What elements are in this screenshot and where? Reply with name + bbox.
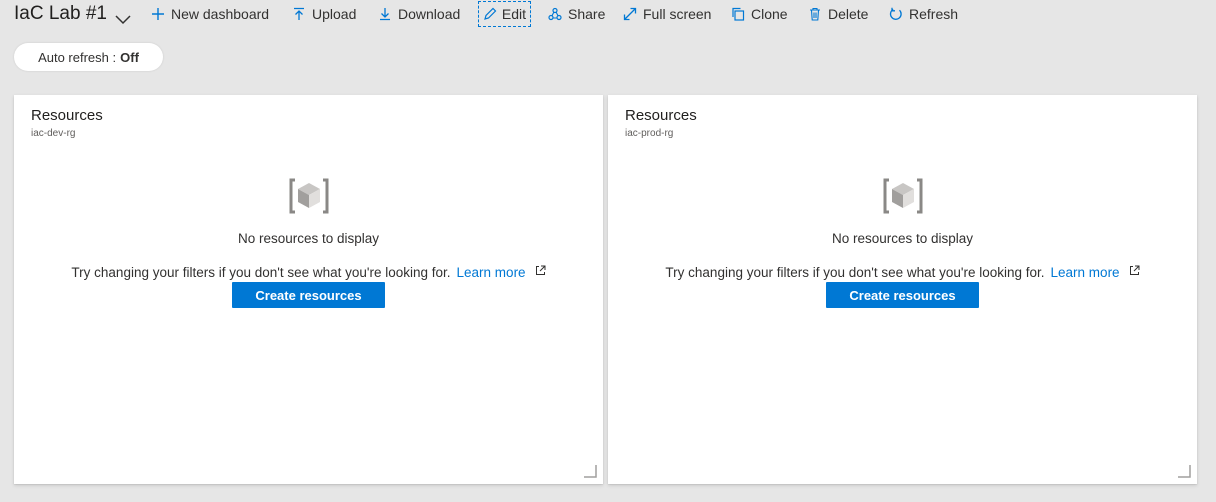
external-link-icon[interactable] xyxy=(1129,264,1140,279)
edit-label: Edit xyxy=(501,6,526,22)
tile-subtitle: iac-dev-rg xyxy=(31,128,76,139)
resource-cube-icon xyxy=(883,177,923,215)
upload-label: Upload xyxy=(312,6,357,22)
dashboard-title-dropdown[interactable]: IaC Lab #1 xyxy=(14,2,131,26)
clone-button[interactable]: Clone xyxy=(730,1,788,27)
tile-title: Resources xyxy=(31,107,103,124)
download-icon xyxy=(377,6,393,22)
share-label: Share xyxy=(568,6,606,22)
edit-icon xyxy=(483,6,498,22)
upload-icon xyxy=(291,6,307,22)
clone-label: Clone xyxy=(751,6,788,22)
create-resources-button[interactable]: Create resources xyxy=(232,282,385,308)
auto-refresh-toggle[interactable]: Auto refresh : Off xyxy=(14,43,163,71)
upload-button[interactable]: Upload xyxy=(291,1,356,27)
filter-hint-text: Try changing your filters if you don't s… xyxy=(665,265,1045,280)
empty-message: No resources to display xyxy=(237,231,380,246)
share-icon xyxy=(547,6,563,22)
chevron-down-icon xyxy=(115,9,131,25)
dashboard-title: IaC Lab #1 xyxy=(14,3,107,24)
dashboard-toolbar: IaC Lab #1 New dashboard Upload Download… xyxy=(0,0,1216,28)
delete-label: Delete xyxy=(828,6,869,22)
refresh-label: Refresh xyxy=(909,6,959,22)
tile-title: Resources xyxy=(625,107,697,124)
auto-refresh-label: Auto refresh : xyxy=(38,49,117,65)
new-dashboard-button[interactable]: New dashboard xyxy=(150,1,269,27)
tile-subtitle: iac-prod-rg xyxy=(625,128,674,139)
resize-handle-icon[interactable] xyxy=(1177,464,1191,478)
edit-button[interactable]: Edit xyxy=(478,1,531,27)
share-button[interactable]: Share xyxy=(547,1,605,27)
delete-button[interactable]: Delete xyxy=(807,1,868,27)
resize-handle-icon[interactable] xyxy=(583,464,597,478)
filter-hint: Try changing your filters if you don't s… xyxy=(608,264,1197,280)
full-screen-label: Full screen xyxy=(643,6,712,22)
new-dashboard-label: New dashboard xyxy=(171,6,270,22)
filter-hint-text: Try changing your filters if you don't s… xyxy=(71,265,451,280)
resources-tile-dev: Resources iac-dev-rg No resources to dis… xyxy=(14,95,603,484)
refresh-icon xyxy=(888,6,904,22)
auto-refresh-value: Off xyxy=(120,49,139,65)
full-screen-icon xyxy=(622,6,638,22)
learn-more-link[interactable]: Learn more xyxy=(1051,265,1120,280)
clone-icon xyxy=(730,6,746,22)
filter-hint: Try changing your filters if you don't s… xyxy=(14,264,603,280)
create-resources-button[interactable]: Create resources xyxy=(826,282,979,308)
full-screen-button[interactable]: Full screen xyxy=(622,1,711,27)
plus-icon xyxy=(150,6,166,22)
download-label: Download xyxy=(398,6,461,22)
resource-cube-icon xyxy=(289,177,329,215)
external-link-icon[interactable] xyxy=(535,264,546,279)
delete-icon xyxy=(807,6,823,22)
resources-tile-prod: Resources iac-prod-rg No resources to di… xyxy=(608,95,1197,484)
empty-message: No resources to display xyxy=(831,231,974,246)
refresh-button[interactable]: Refresh xyxy=(888,1,958,27)
download-button[interactable]: Download xyxy=(377,1,460,27)
learn-more-link[interactable]: Learn more xyxy=(457,265,526,280)
